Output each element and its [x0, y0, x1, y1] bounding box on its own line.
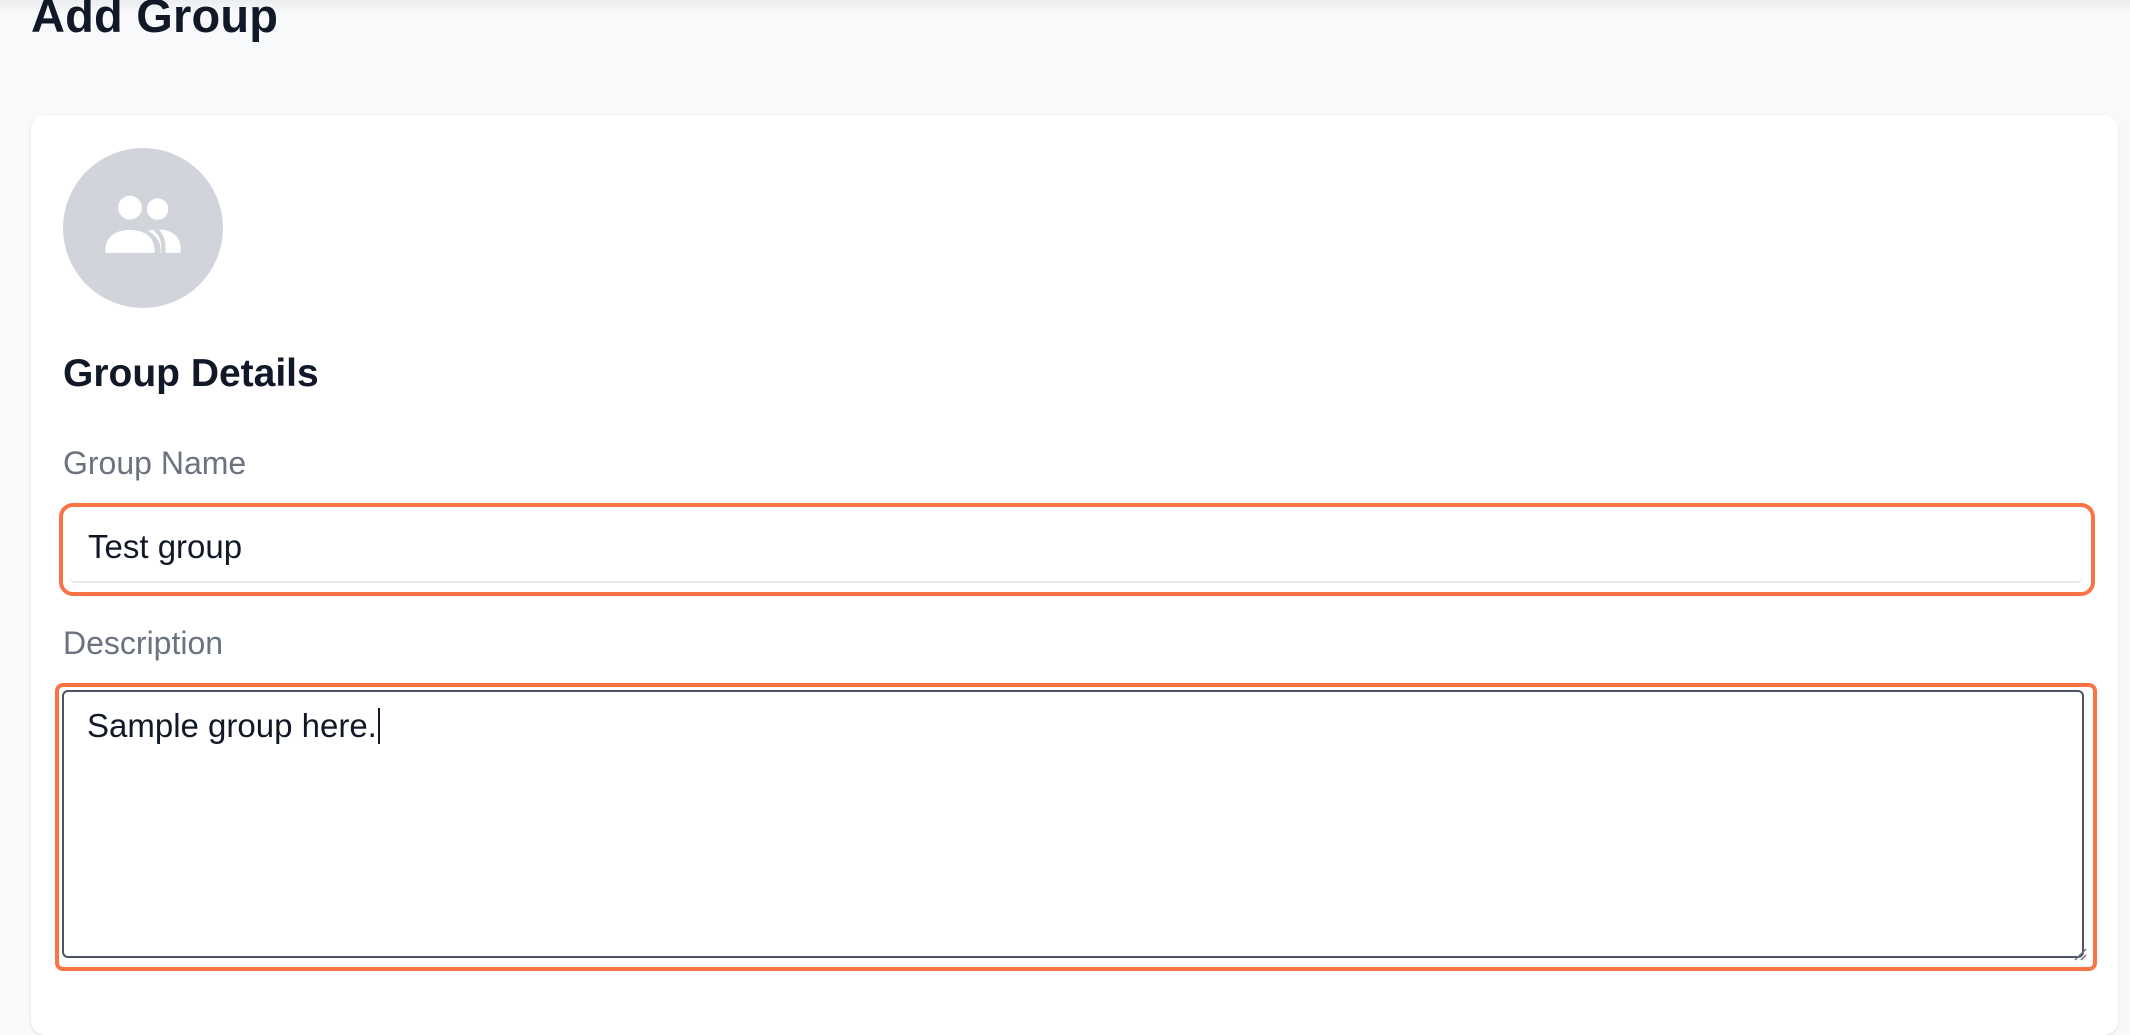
group-form-card: Group Details Group Name Description Sam…: [31, 115, 2118, 1035]
group-icon: [97, 180, 189, 277]
resize-handle-icon[interactable]: [2071, 945, 2087, 961]
description-focus-ring: Sample group here.: [55, 683, 2097, 971]
group-name-input[interactable]: [69, 513, 2083, 583]
group-avatar[interactable]: [63, 148, 223, 308]
group-name-focus-ring: [59, 503, 2095, 596]
description-textarea[interactable]: [62, 690, 2084, 958]
description-label: Description: [63, 625, 224, 661]
group-name-label: Group Name: [63, 445, 247, 481]
top-shadow: [0, 0, 2130, 14]
section-title: Group Details: [63, 352, 319, 395]
page-title: Add Group: [31, 0, 279, 42]
